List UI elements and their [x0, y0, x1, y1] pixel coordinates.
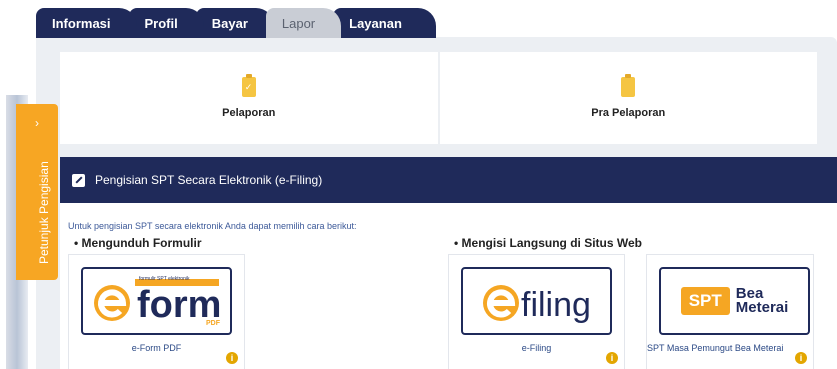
eform-logo: formulir SPT elektronik form PDF — [81, 267, 232, 335]
card-label: Pelaporan — [222, 107, 276, 119]
panel-header: Pengisian SPT Secara Elektronik (e-Filin… — [60, 157, 837, 203]
tab-label: Bayar — [211, 15, 248, 31]
card-row: ✓ Pelaporan Pra Pelaporan — [60, 52, 817, 144]
chevron-right-icon: › — [35, 116, 39, 130]
spt-bea-meterai-logo: SPT Bea Meterai — [659, 267, 810, 335]
edit-icon — [72, 173, 85, 187]
tab-label: Informasi — [52, 15, 111, 31]
petunjuk-pengisian-tab[interactable]: › Petunjuk Pengisian — [16, 104, 58, 280]
tab-bayar[interactable]: Bayar — [195, 8, 274, 38]
card-pelaporan[interactable]: ✓ Pelaporan — [60, 52, 438, 144]
side-tab-label: Petunjuk Pengisian — [37, 161, 51, 264]
intro-text: Untuk pengisian SPT secara elektronik An… — [68, 221, 357, 231]
tab-label: Profil — [144, 15, 178, 31]
bea-meterai-text: Bea Meterai — [735, 286, 789, 316]
tile-efiling[interactable]: filing e-Filing i — [448, 254, 625, 369]
efiling-logo: filing — [461, 267, 612, 335]
info-icon[interactable]: i — [226, 352, 238, 364]
section-web-heading: • Mengisi Langsung di Situs Web — [454, 236, 642, 250]
tile-eform-pdf[interactable]: formulir SPT elektronik form PDF e-Form … — [68, 254, 245, 369]
tab-content: ✓ Pelaporan Pra Pelaporan Pengisian SPT … — [36, 37, 837, 369]
tab-label: Layanan — [349, 15, 402, 31]
info-icon[interactable]: i — [606, 352, 618, 364]
card-pra-pelaporan[interactable]: Pra Pelaporan — [439, 52, 817, 144]
tab-bar: Informasi Profil Bayar Lapor Layanan — [36, 8, 436, 38]
tab-layanan[interactable]: Layanan — [333, 8, 436, 38]
spt-badge: SPT — [680, 287, 730, 315]
efiling-logo-text: filing — [521, 286, 591, 324]
eform-pdf-sub: PDF — [206, 320, 220, 327]
section-download-heading: • Mengunduh Formulir — [74, 236, 202, 250]
meterai-text: Meterai — [735, 299, 789, 316]
tile-spt-bea-meterai[interactable]: SPT Bea Meterai SPT Masa Pemungut Bea Me… — [646, 254, 814, 369]
clipboard-icon — [621, 74, 636, 97]
tab-label: Lapor — [281, 15, 316, 31]
tile-name: e-Form PDF — [131, 343, 182, 353]
clipboard-check-icon: ✓ — [241, 74, 256, 97]
page: Informasi Profil Bayar Lapor Layanan ✓ P… — [0, 0, 837, 369]
tab-lapor[interactable]: Lapor — [265, 8, 342, 38]
info-icon[interactable]: i — [795, 352, 807, 364]
tile-name: e-Filing — [521, 343, 552, 353]
tile-name: SPT Masa Pemungut Bea Meterai — [647, 343, 784, 353]
tab-informasi[interactable]: Informasi — [36, 8, 137, 38]
card-label: Pra Pelaporan — [591, 107, 666, 119]
tab-profil[interactable]: Profil — [128, 8, 204, 38]
eform-tagline: formulir SPT elektronik — [139, 276, 190, 282]
efiling-panel: Pengisian SPT Secara Elektronik (e-Filin… — [60, 157, 837, 369]
panel-title: Pengisian SPT Secara Elektronik (e-Filin… — [95, 173, 323, 187]
